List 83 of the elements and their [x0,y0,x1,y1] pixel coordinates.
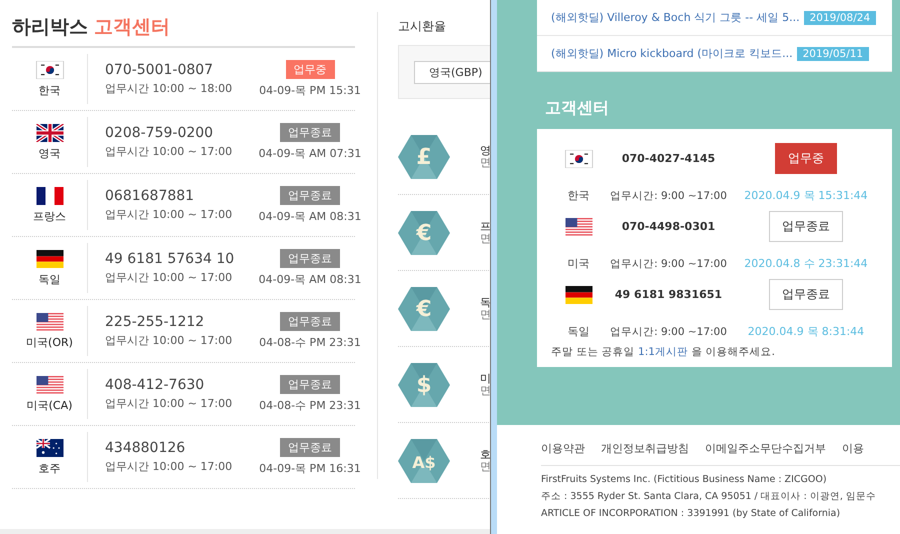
phone-number: 070-5001-0807 [105,62,214,78]
currency-name: 프 [480,220,490,232]
phone-number: 0681687881 [105,188,196,204]
currency-hexagon-icon: € [398,286,450,330]
local-time: 04-08-수 PM 23:31 [259,335,361,350]
currency-hexagon-icon: £ [398,134,450,178]
customer-center-heading: 고객센터 [545,98,610,119]
country-name: 호주 [38,460,60,476]
company-info: 주소 : 3555 Ryder St. Santa Clara, CA 95051 / 대표이사 : 이광연, 임문수 [541,490,877,503]
section-title: 고객센터 [94,15,170,40]
business-hours: 업무시간: 9:00 ~17:00 [610,256,727,270]
country-name: 독일 [568,324,590,339]
currency-hexagon-icon: A$ [398,438,450,482]
currency-hexagon-icon: $ [398,362,450,406]
country-name: 미국 [568,256,590,271]
phone-number: 070-4027-4145 [622,152,716,165]
currency-note: 면 [480,156,490,168]
status-badge: 업무종료 [280,123,340,142]
status-badge: 업무중 [286,60,334,79]
currency-select[interactable]: 영국(GBP) [414,60,490,84]
local-time: 04-09-목 AM 07:31 [258,146,362,161]
germany-flag-icon [564,286,592,304]
currency-name: 독 [480,296,490,308]
footer-link[interactable]: 이메일주소무단수집거부 [705,440,826,456]
currency-note: 면 [480,232,490,244]
phone-number: 434880126 [105,440,186,456]
company-info: FirstFruits Systems Inc. (Fictitious Business Name : ZICGOO) [541,474,828,485]
business-hours: 업무시간: 9:00 ~17:00 [610,188,727,202]
local-time: 04-09-목 AM 08:31 [258,209,362,224]
status-badge: 업무종료 [280,438,340,457]
country-name: 한국 [38,82,60,98]
country-name: 한국 [568,188,590,203]
currency-name: 호 [480,448,490,460]
local-time: 04-08-수 PM 23:31 [259,398,361,413]
phone-number: 49 6181 9831651 [614,288,722,301]
status-badge: 업무종료 [280,249,340,268]
local-time: 04-09-목 PM 16:31 [259,461,361,476]
deal-link[interactable]: (해외핫딜) Villeroy & Boch 식기 그릇 -- 세일 5... [551,10,800,25]
currency-name: 미 [480,372,490,384]
country-name: 프랑스 [33,208,66,224]
currency-note: 면 [480,460,490,472]
country-name: 미국(CA) [26,398,72,412]
company-info: ARTICLE OF INCORPORATION : 3391991 (by State of California) [541,508,842,519]
uk-flag-icon [36,124,64,142]
germany-flag-icon [36,250,64,268]
status-badge: 업무종료 [280,375,340,394]
weekend-notice: 주말 또는 공휴일 1:1게시판 을 이용해주세요. [551,345,776,359]
deal-link[interactable]: (해외핫딜) Micro kickboard (마이크로 킥보드... [551,46,793,61]
local-time: 04-09-목 PM 15:31 [259,83,361,98]
footer-link[interactable]: 개인정보취급방침 [601,440,689,456]
country-name: 독일 [38,272,60,286]
local-time: 04-09-목 AM 08:31 [258,272,362,287]
currency-name: 영 [480,144,490,156]
local-time: 2020.04.8 수 23:31:44 [744,256,868,271]
korea-flag-icon [564,150,592,168]
phone-number: 49 6181 57634 10 [105,251,236,267]
footer-link[interactable]: 이용약관 [541,440,585,456]
usa-flag-icon [564,218,592,236]
exchange-title: 고시환율 [398,18,447,35]
business-hours: 업무시간: 9:00 ~17:00 [610,324,727,338]
footer-link[interactable]: 이용 [842,440,864,456]
board-link[interactable]: 1:1게시판 [638,346,688,358]
local-time: 2020.04.9 목 15:31:44 [744,188,868,203]
phone-number: 070-4498-0301 [622,220,716,233]
usa-flag-icon [36,376,64,394]
country-name: 영국 [38,146,60,160]
country-name: 미국(OR) [26,334,73,350]
france-flag-icon [36,186,64,204]
currency-note: 면 [480,384,490,396]
australia-flag-icon [36,438,64,456]
currency-note: 면 [480,308,490,320]
korea-flag-icon [36,60,64,78]
local-time: 2020.04.9 목 8:31:44 [748,324,864,339]
phone-number: 0208-759-0200 [105,125,214,141]
currency-hexagon-icon: € [398,210,450,254]
brand-title: 하리박스 [12,15,88,40]
phone-number: 408-412-7630 [105,377,206,393]
date-tag: 2019/08/24 [804,10,876,24]
status-badge: 업무종료 [280,312,340,331]
usa-flag-icon [36,312,64,330]
date-tag: 2019/05/11 [796,46,870,60]
status-badge: 업무종료 [280,186,340,205]
phone-number: 225-255-1212 [105,314,206,330]
